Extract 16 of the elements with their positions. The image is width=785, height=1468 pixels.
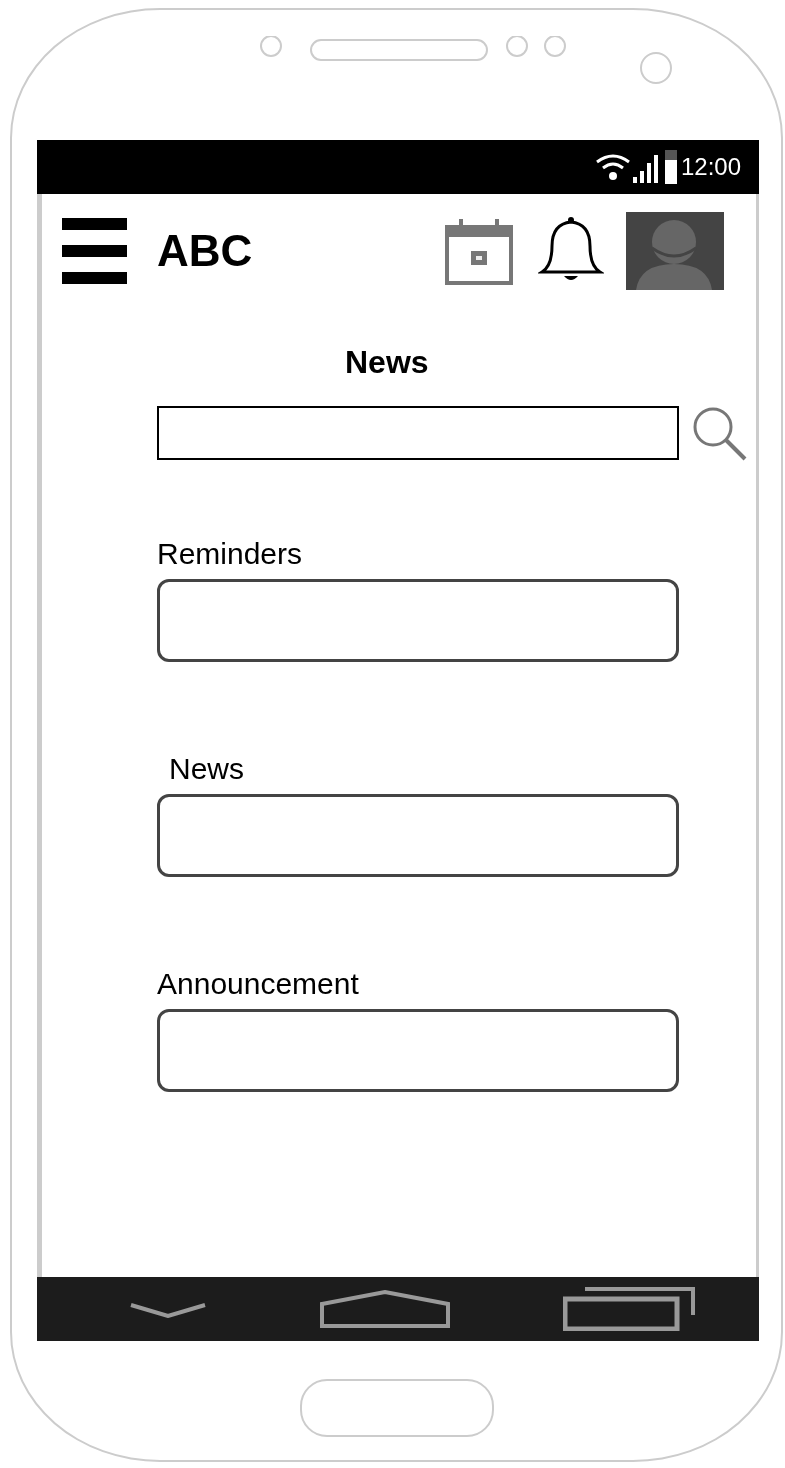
battery-icon <box>664 150 677 184</box>
app-title: ABC <box>157 226 253 276</box>
calendar-icon[interactable] <box>445 217 513 285</box>
camera-icon <box>638 50 674 86</box>
section-label: News <box>169 752 244 786</box>
wifi-icon <box>594 152 631 182</box>
search-icon[interactable] <box>691 405 747 461</box>
search-field[interactable] <box>157 406 679 460</box>
menu-icon[interactable] <box>62 218 127 284</box>
section-label: Announcement <box>157 967 359 1001</box>
recent-apps-icon[interactable] <box>563 1287 695 1331</box>
page-title: News <box>345 344 430 381</box>
section-label: Reminders <box>157 537 303 571</box>
clock-time: 12:00 <box>680 153 741 181</box>
home-icon[interactable] <box>320 1290 450 1328</box>
back-chevron-icon[interactable] <box>129 1300 207 1318</box>
